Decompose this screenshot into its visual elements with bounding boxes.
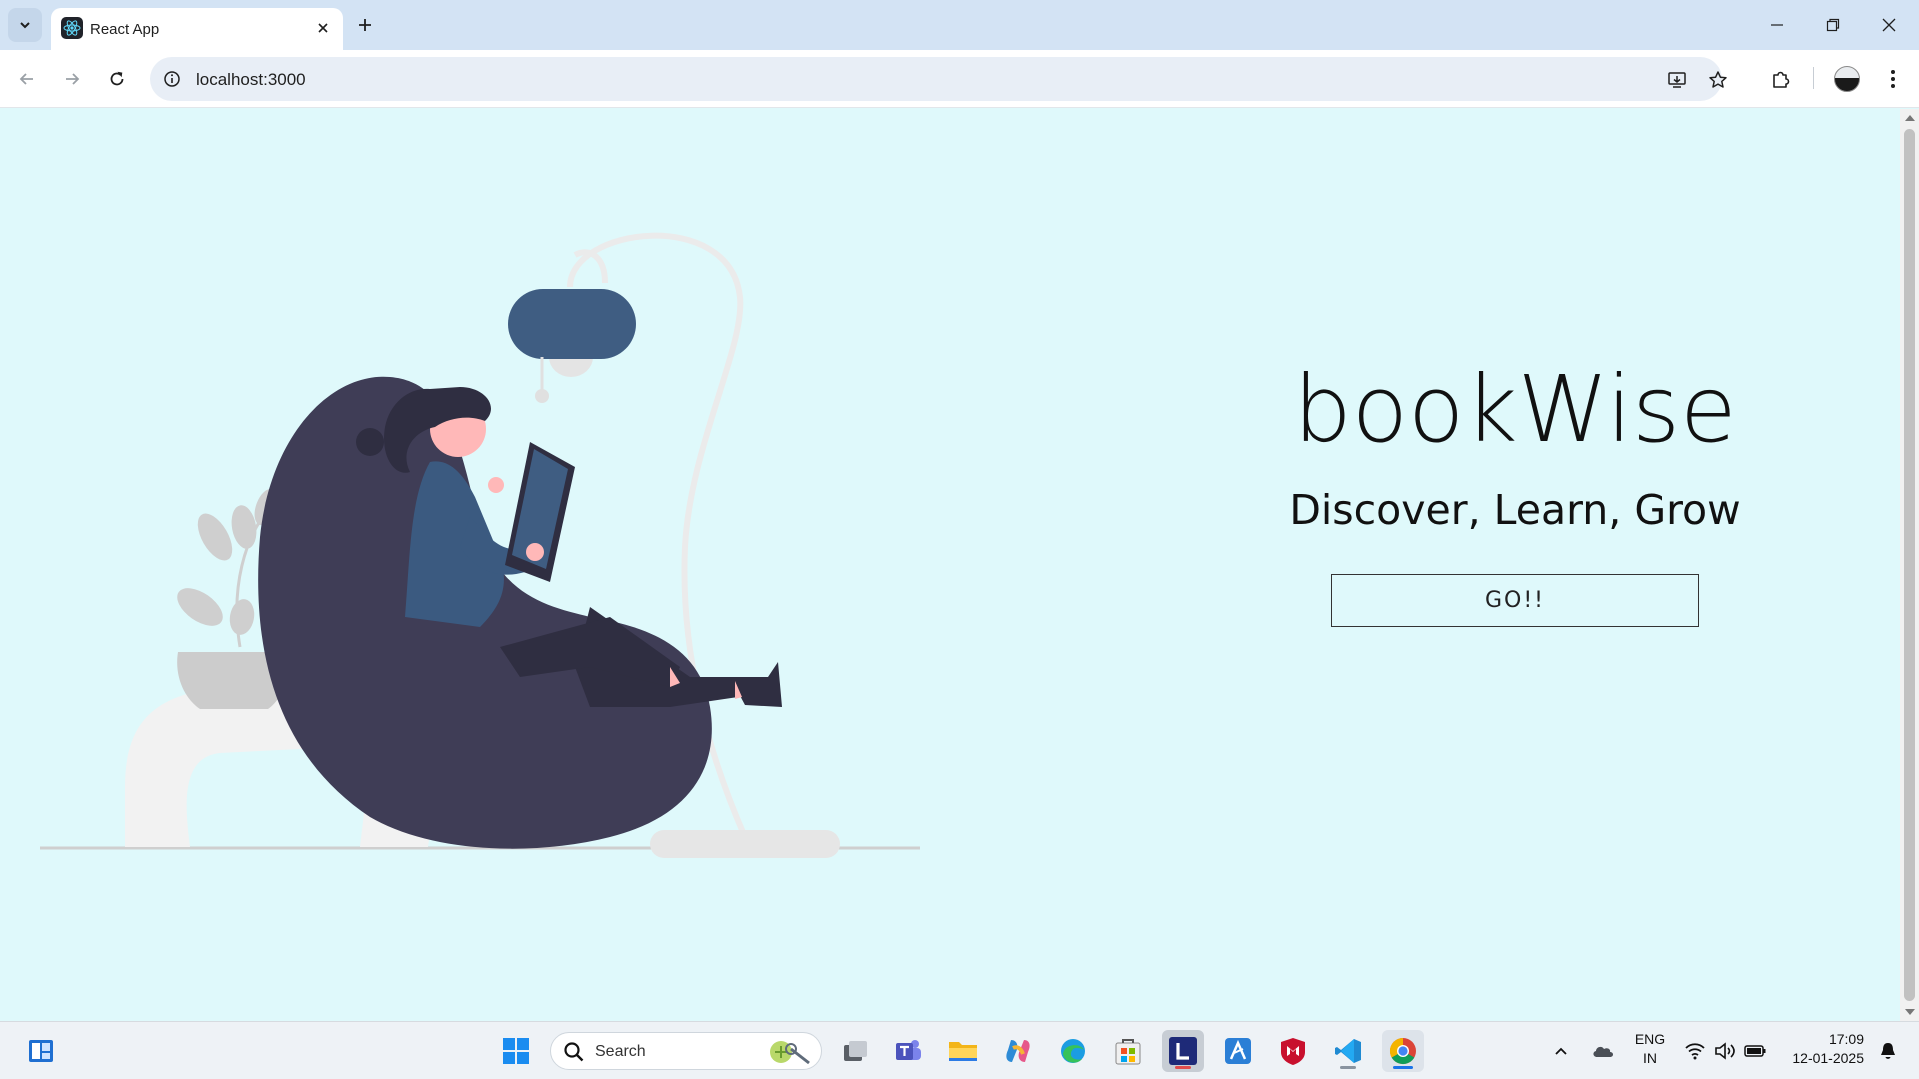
tab-react-app[interactable]: React App [51,8,343,50]
profile-avatar[interactable] [1834,66,1860,92]
file-explorer-icon[interactable] [942,1030,984,1072]
mcafee-icon[interactable] [1272,1030,1314,1072]
new-tab-button[interactable] [350,10,380,40]
chevron-down-icon [20,22,30,29]
page-scrollbar[interactable] [1900,109,1919,1021]
react-icon [61,17,83,39]
volume-icon[interactable] [1708,1030,1742,1072]
wifi-icon[interactable] [1678,1030,1712,1072]
clock[interactable]: 17:09 12-01-2025 [1780,1030,1864,1068]
install-app-icon[interactable] [1662,65,1692,95]
clock-time: 17:09 [1828,1031,1864,1047]
tab-search-button[interactable] [8,8,42,42]
tab-close-icon[interactable] [311,16,335,40]
running-indicator [1175,1066,1191,1069]
minimize-icon [1771,24,1783,26]
tab-strip: React App [0,0,1919,50]
tray-chevron-up-icon[interactable] [1541,1030,1581,1072]
forward-button[interactable] [55,62,89,96]
onedrive-icon[interactable] [1583,1030,1623,1072]
running-indicator [1393,1066,1413,1069]
language-indicator[interactable]: ENG IN [1625,1030,1675,1068]
hero-section: bookWise Discover, Learn, Grow GO!! [1270,364,1760,627]
store-icon[interactable] [1107,1030,1149,1072]
star-icon[interactable] [1703,65,1733,95]
l-app-icon[interactable] [1162,1030,1204,1072]
scroll-down-icon[interactable] [1905,1009,1915,1015]
close-window-button[interactable] [1861,0,1917,50]
reading-woman-illustration [40,232,920,858]
info-icon[interactable] [160,67,184,91]
url-text: localhost:3000 [196,70,306,89]
taskbar-search[interactable]: Search [550,1032,822,1070]
close-icon [1882,18,1896,32]
clock-date: 12-01-2025 [1792,1050,1864,1066]
forward-arrow-icon [66,73,80,85]
language-region: IN [1643,1050,1657,1066]
chrome-icon[interactable] [1382,1030,1424,1072]
tab-title: React App [90,21,160,38]
kebab-menu-icon[interactable] [1876,62,1910,96]
azure-data-studio-icon[interactable] [1217,1030,1259,1072]
plus-icon [359,19,371,31]
search-highlight-icon [770,1041,810,1065]
minimize-button[interactable] [1749,0,1805,50]
taskbar: Search ENG IN 17:09 12-01-2025 [0,1021,1919,1079]
back-button[interactable] [10,62,44,96]
task-view-icon[interactable] [834,1030,876,1072]
scroll-thumb[interactable] [1904,129,1915,1001]
running-indicator [1340,1066,1356,1069]
reload-button[interactable] [100,62,134,96]
edge-icon[interactable] [1052,1030,1094,1072]
restore-icon [1826,18,1840,32]
address-bar[interactable]: localhost:3000 [150,57,1727,101]
vscode-icon[interactable] [1327,1030,1369,1072]
language-code: ENG [1634,1031,1666,1047]
reload-icon [110,71,124,86]
puzzle-icon[interactable] [1764,62,1798,96]
search-icon [564,1042,584,1062]
go-button[interactable]: GO!! [1331,574,1699,627]
brand-title: bookWise [1293,356,1737,463]
back-arrow-icon [19,73,33,85]
scroll-up-icon[interactable] [1905,115,1915,121]
teams-icon[interactable] [887,1030,929,1072]
copilot-icon[interactable] [997,1030,1039,1072]
restore-button[interactable] [1805,0,1861,50]
windows-start-icon[interactable] [495,1030,537,1072]
browser-toolbar: localhost:3000 [0,50,1919,108]
search-placeholder: Search [595,1043,646,1060]
notification-bell-icon[interactable] [1870,1030,1906,1072]
page-viewport: bookWise Discover, Learn, Grow GO!! [0,109,1900,1021]
battery-icon[interactable] [1738,1030,1772,1072]
tagline: Discover, Learn, Grow [1289,486,1741,534]
toolbar-separator [1813,67,1814,89]
widgets-icon[interactable] [20,1030,62,1072]
